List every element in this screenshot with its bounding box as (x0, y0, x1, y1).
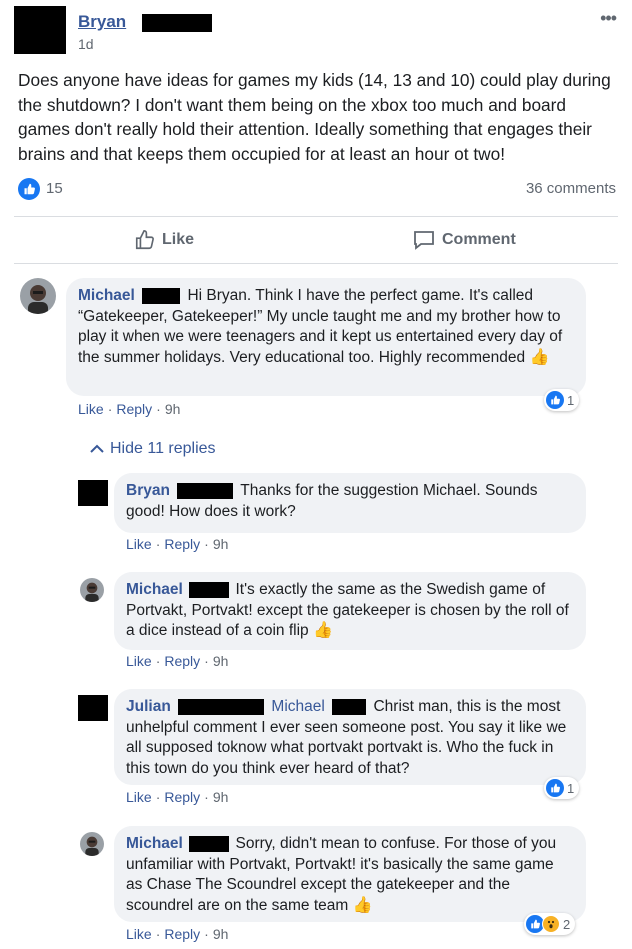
redaction-bar (177, 482, 234, 499)
thumbs-up-emoji-icon: 👍 (312, 622, 333, 639)
reaction-count: 2 (563, 916, 571, 932)
reply-mention[interactable]: Michael (271, 698, 324, 715)
reply-like-link[interactable]: Like (126, 653, 152, 669)
post-text: Does anyone have ideas for games my kids… (18, 70, 611, 164)
reply-reply-link[interactable]: Reply (164, 653, 200, 669)
author-avatar-redacted[interactable] (14, 6, 66, 54)
reply-avatar[interactable] (80, 832, 104, 856)
redaction-bar (189, 581, 230, 598)
reply-bubble: Bryan Thanks for the suggestion Michael.… (114, 473, 586, 533)
reaction-count: 1 (567, 780, 575, 796)
like-button[interactable]: Like (134, 229, 194, 251)
reply-meta: Like · Reply · 9h (126, 653, 229, 669)
like-reaction-icon (546, 391, 564, 409)
post-header: Bryan 1d ••• (14, 6, 622, 54)
reply-time[interactable]: 9h (213, 536, 229, 552)
comment-author[interactable]: Michael (78, 287, 135, 304)
reply-meta: Like · Reply · 9h (126, 926, 229, 942)
reply-reply-link[interactable]: Reply (164, 926, 200, 942)
thumbs-up-emoji-icon: 👍 (529, 348, 550, 366)
reply-reply-link[interactable]: Reply (164, 536, 200, 552)
post-author-name[interactable]: Bryan (78, 12, 126, 32)
reply-like-link[interactable]: Like (126, 536, 152, 552)
reply-time[interactable]: 9h (213, 926, 229, 942)
like-count[interactable]: 15 (46, 180, 63, 197)
reply-time[interactable]: 9h (213, 653, 229, 669)
reply-time[interactable]: 9h (213, 789, 229, 805)
reaction-count-pill[interactable]: 1 (544, 777, 580, 799)
reply-meta: Like · Reply · 9h (126, 789, 229, 805)
like-button-label: Like (162, 231, 195, 248)
reply-like-link[interactable]: Like (126, 789, 152, 805)
reply-author[interactable]: Julian (126, 698, 171, 715)
reply-bubble: Michael It's exactly the same as the Swe… (114, 572, 586, 650)
reply-avatar[interactable] (80, 578, 104, 602)
reply-bubble: Julian Michael Christ man, this is the m… (114, 689, 586, 785)
reply-author[interactable]: Michael (126, 835, 183, 852)
comment-bubble: Michael Hi Bryan. Think I have the perfe… (66, 278, 586, 396)
comment-reply-link[interactable]: Reply (116, 401, 152, 417)
reaction-count: 1 (567, 392, 575, 408)
like-reaction-icon (546, 779, 564, 797)
more-options-icon[interactable]: ••• (600, 8, 617, 29)
hide-replies-button[interactable]: Hide 11 replies (90, 440, 216, 458)
hide-replies-label: Hide 11 replies (110, 440, 216, 457)
reply-author[interactable]: Michael (126, 581, 183, 598)
commenter-avatar[interactable] (20, 278, 56, 314)
wow-reaction-icon (542, 915, 560, 933)
reply-like-link[interactable]: Like (126, 926, 152, 942)
comment-button[interactable]: Comment (412, 229, 516, 251)
reply-avatar-redacted[interactable] (78, 695, 108, 721)
comment-time[interactable]: 9h (165, 401, 181, 417)
reaction-count-pill[interactable]: 2 (524, 913, 576, 935)
reaction-count-pill[interactable]: 1 (544, 389, 580, 411)
comment-like-link[interactable]: Like (78, 401, 104, 417)
like-reaction-icon[interactable] (18, 178, 40, 200)
post-timestamp[interactable]: 1d (78, 36, 94, 52)
comment-button-label: Comment (442, 231, 516, 248)
chevron-up-icon (90, 444, 104, 453)
redaction-bar (142, 287, 181, 304)
reply-reply-link[interactable]: Reply (164, 789, 200, 805)
redaction-bar (332, 698, 367, 715)
comment-meta: Like · Reply · 9h (78, 401, 181, 417)
comment-icon (414, 231, 434, 250)
reply-meta: Like · Reply · 9h (126, 536, 229, 552)
reply-bubble: Michael Sorry, didn't mean to confuse. F… (114, 826, 586, 922)
reply-author[interactable]: Bryan (126, 482, 170, 499)
thumbs-up-emoji-icon: 👍 (352, 896, 373, 914)
redaction-bar (142, 14, 212, 32)
thumbs-up-icon (135, 230, 154, 250)
reply-avatar-redacted[interactable] (78, 480, 108, 506)
post-stats: 15 36 comments (18, 176, 616, 202)
redaction-bar (178, 698, 265, 715)
post-action-bar: Like Comment (14, 216, 618, 264)
comments-count[interactable]: 36 comments (526, 180, 616, 197)
redaction-bar (189, 835, 230, 852)
